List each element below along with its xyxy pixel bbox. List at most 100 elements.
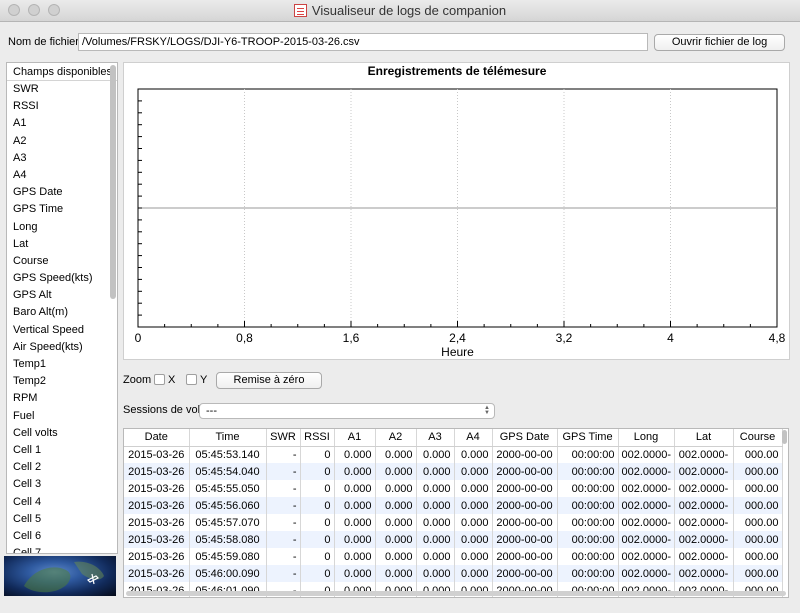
field-item[interactable]: GPS Date (7, 184, 117, 201)
table-row[interactable]: 2015-03-26 05:45:53.140-0 0.000 0.000 0.000 0… (124, 446, 783, 463)
zoom-x-checkbox[interactable] (154, 374, 165, 385)
field-item[interactable]: A1 (7, 115, 117, 132)
table-cell: 002.0000- (618, 565, 675, 582)
table-row[interactable]: 2015-03-26 05:45:54.040-0 0.000 0.000 0.000 0… (124, 463, 783, 480)
field-item[interactable]: Cell 4 (7, 494, 117, 511)
field-item[interactable]: Cell 1 (7, 442, 117, 459)
table-cell: - (266, 531, 301, 548)
table-cell: 0.000 (375, 497, 417, 514)
field-item[interactable]: A2 (7, 133, 117, 150)
table-cell: 0.000 (375, 531, 417, 548)
table-cell: 0 (300, 480, 335, 497)
field-item[interactable]: SWR (7, 81, 117, 98)
zoom-y-checkbox[interactable] (186, 374, 197, 385)
table-cell: 000.00 (733, 531, 783, 548)
field-item[interactable]: Baro Alt(m) (7, 304, 117, 321)
table-cell: 05:46:00.090 (189, 565, 267, 582)
column-header[interactable]: A3 (416, 429, 455, 447)
field-item[interactable]: Cell 2 (7, 459, 117, 476)
table-row[interactable]: 2015-03-26 05:45:59.080-0 0.000 0.000 0.000 0… (124, 548, 783, 565)
table-cell: - (266, 548, 301, 565)
telemetry-chart[interactable]: Enregistrements de télémesure 0 0,8 1,6 2,4 3… (123, 62, 790, 360)
table-cell: 002.0000- (674, 463, 734, 480)
table-cell: 00:00:00 (557, 531, 619, 548)
table-row[interactable]: 2015-03-26 05:46:00.090-0 0.000 0.000 0.000 0… (124, 565, 783, 582)
column-header[interactable]: RSSI (300, 429, 335, 447)
table-cell: 0 (300, 446, 335, 463)
column-header[interactable]: Long (618, 429, 675, 447)
table-horizontal-scrollbar[interactable] (126, 591, 786, 596)
table-cell: 0.000 (454, 446, 493, 463)
field-item[interactable]: Cell volts (7, 425, 117, 442)
column-header[interactable]: A2 (375, 429, 417, 447)
table-cell: - (266, 497, 301, 514)
table-cell: 0 (300, 531, 335, 548)
table-cell: 000.00 (733, 548, 783, 565)
field-item[interactable]: Temp2 (7, 373, 117, 390)
table-row[interactable]: 2015-03-26 05:45:55.050-0 0.000 0.000 0.000 0… (124, 480, 783, 497)
field-item[interactable]: Temp1 (7, 356, 117, 373)
column-header[interactable]: A1 (334, 429, 376, 447)
table-cell: - (266, 446, 301, 463)
field-item[interactable]: Vertical Speed (7, 322, 117, 339)
select-arrows-icon: ▲ ▼ (484, 405, 490, 416)
table-cell: 0.000 (454, 480, 493, 497)
field-item[interactable]: Cell 5 (7, 511, 117, 528)
table-cell: 000.00 (733, 565, 783, 582)
field-item[interactable]: Cell 6 (7, 528, 117, 545)
field-item[interactable]: A4 (7, 167, 117, 184)
field-item[interactable]: Course (7, 253, 117, 270)
field-item[interactable]: GPS Time (7, 201, 117, 218)
table-cell: - (266, 463, 301, 480)
field-item[interactable]: Air Speed(kts) (7, 339, 117, 356)
table-vertical-scrollbar[interactable] (782, 430, 787, 444)
column-header[interactable]: Time (189, 429, 267, 447)
fields-list-scrollbar[interactable] (110, 65, 116, 299)
field-item[interactable]: GPS Speed(kts) (7, 270, 117, 287)
column-header[interactable]: Course (733, 429, 783, 447)
field-item[interactable]: Fuel (7, 408, 117, 425)
title-bar: Visualiseur de logs de companion (0, 0, 800, 22)
table-cell: 002.0000- (618, 531, 675, 548)
reset-zoom-button[interactable]: Remise à zéro (216, 372, 322, 389)
column-header[interactable]: Date (124, 429, 190, 447)
column-header[interactable]: SWR (266, 429, 301, 447)
field-item[interactable]: Cell 3 (7, 476, 117, 493)
table-cell: 0.000 (416, 514, 455, 531)
zoom-y-label: Y (200, 374, 208, 386)
table-cell: 0 (300, 548, 335, 565)
table-cell: 05:45:57.070 (189, 514, 267, 531)
table-cell: - (266, 565, 301, 582)
table-cell: 002.0000- (674, 565, 734, 582)
field-item[interactable]: Lat (7, 236, 117, 253)
field-item[interactable]: RPM (7, 390, 117, 407)
table-cell: 0 (300, 514, 335, 531)
file-path-field[interactable]: /Volumes/FRSKY/LOGS/DJI-Y6-TROOP-2015-03… (78, 33, 648, 51)
column-header[interactable]: Lat (674, 429, 734, 447)
flight-sessions-label: Sessions de vol (123, 404, 201, 416)
log-data-table[interactable]: Date Time SWR RSSI A1 A2 A3 A4 GPS Date GPS Time L… (123, 428, 789, 598)
column-header[interactable]: GPS Date (492, 429, 558, 447)
table-row[interactable]: 2015-03-26 05:45:56.060-0 0.000 0.000 0.000 0… (124, 497, 783, 514)
map-thumbnail[interactable] (4, 556, 116, 596)
column-header[interactable]: A4 (454, 429, 493, 447)
table-cell: 05:45:58.080 (189, 531, 267, 548)
field-item[interactable]: RSSI (7, 98, 117, 115)
field-item[interactable]: GPS Alt (7, 287, 117, 304)
table-row[interactable]: 2015-03-26 05:45:58.080-0 0.000 0.000 0.000 0… (124, 531, 783, 548)
field-item[interactable]: A3 (7, 150, 117, 167)
fields-list[interactable]: Champs disponibles SWR RSSI A1 A2 A3 A4 GPS Da… (6, 62, 118, 554)
table-cell: 0.000 (454, 531, 493, 548)
field-item[interactable]: Cell 7 (7, 545, 117, 553)
table-cell: 05:45:53.140 (189, 446, 267, 463)
field-item[interactable]: Long (7, 219, 117, 236)
table-cell: 002.0000- (674, 531, 734, 548)
column-header[interactable]: GPS Time (557, 429, 619, 447)
x-tick-label: 0 (135, 331, 142, 345)
table-cell: 0 (300, 565, 335, 582)
flight-sessions-select[interactable]: --- ▲ ▼ (199, 403, 495, 419)
table-cell: 00:00:00 (557, 565, 619, 582)
table-cell: 0.000 (334, 497, 376, 514)
table-row[interactable]: 2015-03-26 05:45:57.070-0 0.000 0.000 0.000 0… (124, 514, 783, 531)
open-log-button[interactable]: Ouvrir fichier de log (654, 34, 785, 51)
